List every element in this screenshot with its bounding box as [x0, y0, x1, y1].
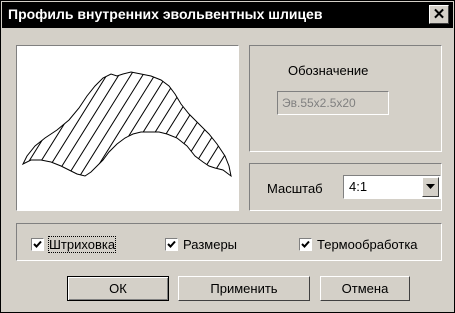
- chevron-down-icon: [426, 184, 435, 189]
- profile-preview: [16, 45, 239, 211]
- cancel-button[interactable]: Отмена: [320, 276, 410, 301]
- scale-label: Масштаб: [267, 181, 323, 196]
- heat-treatment-checkbox-box[interactable]: [299, 238, 312, 251]
- heat-treatment-checkbox[interactable]: Термообработка: [299, 237, 418, 252]
- apply-button[interactable]: Применить: [178, 276, 310, 301]
- close-button[interactable]: ✕: [429, 5, 449, 24]
- title-bar[interactable]: Профиль внутренних эвольвентных шлицев ✕: [2, 2, 453, 28]
- dimensions-checkbox-box[interactable]: [165, 238, 178, 251]
- dialog-window: Профиль внутренних эвольвентных шлицев ✕: [0, 0, 455, 313]
- heat-treatment-label: Термообработка: [317, 237, 418, 252]
- designation-field[interactable]: Эв.55x2.5x20: [277, 91, 389, 115]
- dimensions-label: Размеры: [183, 237, 238, 252]
- scale-selected-value: 4:1: [349, 179, 368, 194]
- dimensions-checkbox[interactable]: Размеры: [165, 237, 237, 252]
- scale-select[interactable]: 4:1: [343, 175, 441, 199]
- check-icon: [301, 240, 310, 248]
- ok-button[interactable]: ОК: [67, 276, 169, 301]
- check-icon: [167, 240, 176, 248]
- designation-label: Обозначение: [288, 63, 369, 78]
- scale-dropdown-button[interactable]: [422, 177, 439, 197]
- hatching-checkbox-box[interactable]: [31, 238, 44, 251]
- hatching-checkbox[interactable]: Штриховка: [31, 236, 117, 253]
- spline-profile-preview-icon: [21, 71, 232, 178]
- close-icon: ✕: [432, 6, 446, 23]
- window-title: Профиль внутренних эвольвентных шлицев: [8, 6, 323, 22]
- hatching-label: Штриховка: [47, 236, 117, 253]
- check-icon: [33, 240, 42, 248]
